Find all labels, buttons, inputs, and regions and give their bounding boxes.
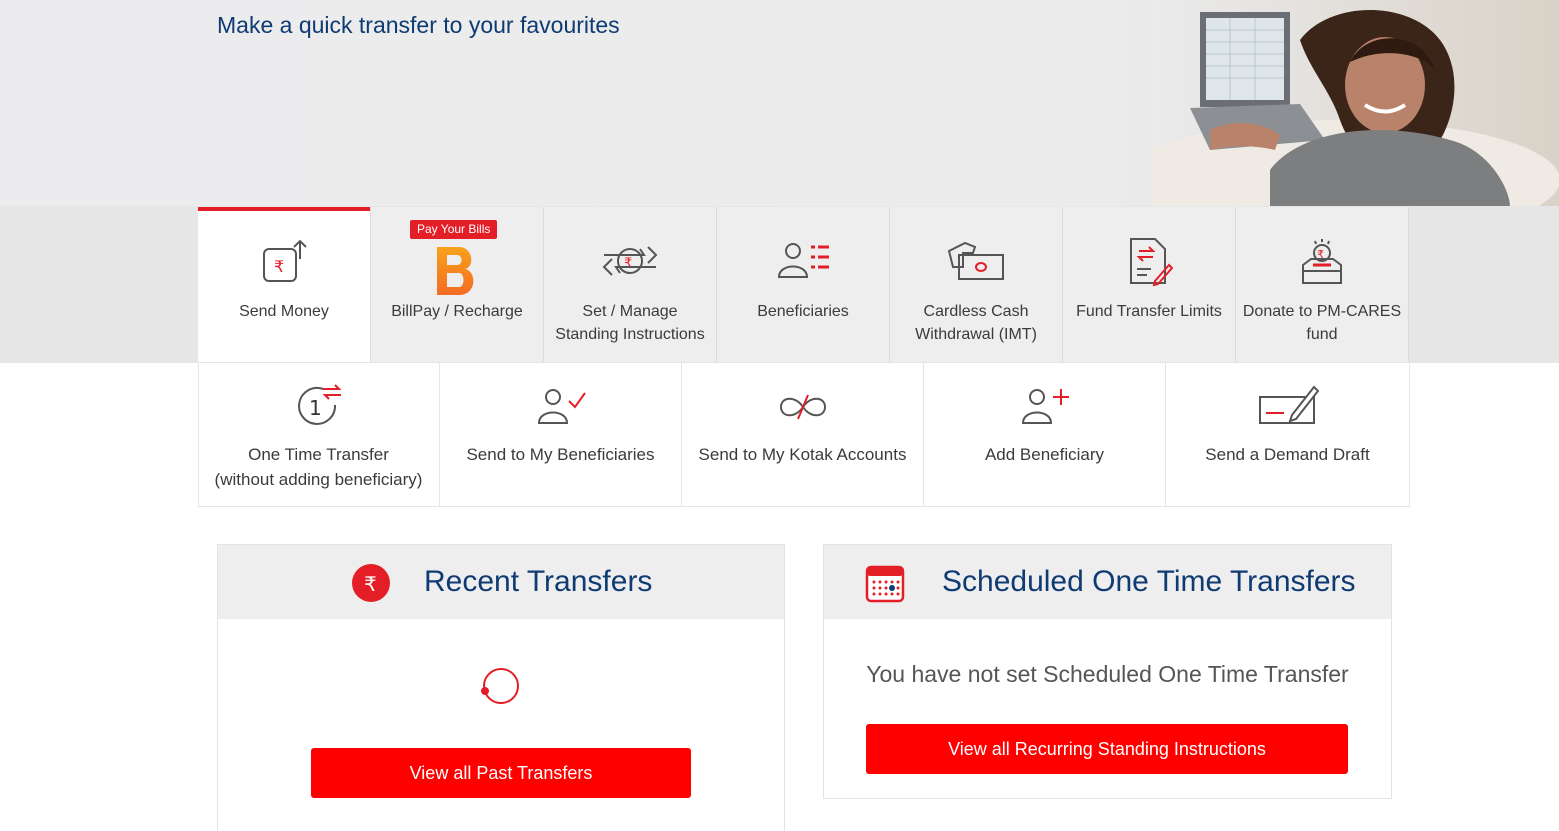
option-label: Send to My Beneficiaries xyxy=(466,445,655,464)
beneficiaries-icon xyxy=(777,243,829,278)
rupee-icon: ₹ xyxy=(352,564,390,602)
tab-label: BillPay / Recharge xyxy=(391,303,523,320)
tab-fund-transfer-limits[interactable]: Fund Transfer Limits xyxy=(1063,207,1236,362)
send-money-icon: ₹ xyxy=(263,239,307,282)
option-label: Add Beneficiary xyxy=(984,445,1105,464)
one-time-transfer-option[interactable]: 1 One Time Transfer (without adding bene… xyxy=(198,363,440,506)
tab-send-money[interactable]: ₹ Send Money xyxy=(198,207,371,362)
tab-cardless-cash[interactable]: Cardless Cash Withdrawal (IMT) xyxy=(890,207,1063,362)
send-beneficiaries-icon xyxy=(537,389,586,424)
standing-instructions-icon: ₹ xyxy=(602,246,658,276)
send-to-my-beneficiaries-option[interactable]: Send to My Beneficiaries xyxy=(440,363,682,506)
tab-label: Send Money xyxy=(239,303,329,320)
billpay-b-logo-icon xyxy=(437,247,474,295)
recent-transfers-header: ₹ Recent Transfers xyxy=(218,545,784,619)
svg-text:₹: ₹ xyxy=(274,257,284,276)
scheduled-transfers-title: Scheduled One Time Transfers xyxy=(942,565,1356,598)
svg-text:1: 1 xyxy=(309,396,322,420)
send-demand-draft-option[interactable]: Send a Demand Draft xyxy=(1166,363,1409,506)
view-recurring-standing-instructions-button[interactable]: View all Recurring Standing Instructions xyxy=(866,724,1348,774)
add-beneficiary-option[interactable]: Add Beneficiary xyxy=(924,363,1166,506)
pay-your-bills-badge: Pay Your Bills xyxy=(410,220,498,239)
tab-label: Donate to PM-CARES fund xyxy=(1242,303,1402,343)
svg-text:₹: ₹ xyxy=(364,572,377,596)
one-time-transfer-icon: 1 xyxy=(297,384,341,425)
tab-donate-pm-cares[interactable]: ₹ Donate to PM-CARES fund xyxy=(1236,207,1409,362)
cardless-cash-icon xyxy=(947,241,1004,280)
hero-title: Make a quick transfer to your favourites xyxy=(217,12,620,38)
hero-banner: Make a quick transfer to your favourites xyxy=(0,0,1559,206)
tab-beneficiaries[interactable]: Beneficiaries xyxy=(717,207,890,362)
send-to-kotak-accounts-option[interactable]: Send to My Kotak Accounts xyxy=(682,363,924,506)
donate-icon: ₹ xyxy=(1302,239,1342,284)
tab-label: Cardless Cash Withdrawal (IMT) xyxy=(915,303,1037,343)
scheduled-transfers-card: Scheduled One Time Transfers You have no… xyxy=(823,544,1392,799)
view-all-past-transfers-button[interactable]: View all Past Transfers xyxy=(311,748,691,798)
demand-draft-icon xyxy=(1258,385,1319,424)
add-beneficiary-icon xyxy=(1021,389,1069,424)
recent-transfers-title: Recent Transfers xyxy=(424,565,653,598)
tab-label: Beneficiaries xyxy=(757,303,849,320)
recent-transfers-card: ₹ Recent Transfers View all Past Transfe… xyxy=(217,544,785,831)
tab-standing-instructions[interactable]: ₹ Set / Manage Standing Instructions xyxy=(544,207,717,362)
empty-scheduled-message: You have not set Scheduled One Time Tran… xyxy=(866,661,1349,687)
svg-text:₹: ₹ xyxy=(624,256,632,271)
option-label: Send a Demand Draft xyxy=(1205,445,1370,464)
loading-spinner-icon xyxy=(481,668,519,704)
option-label: Send to My Kotak Accounts xyxy=(698,445,907,464)
fund-transfer-limits-icon xyxy=(1130,238,1173,287)
option-label: One Time Transfer (without adding benefi… xyxy=(214,445,423,489)
kotak-accounts-icon xyxy=(779,394,826,420)
tab-label: Fund Transfer Limits xyxy=(1076,303,1222,320)
scheduled-transfers-header: Scheduled One Time Transfers xyxy=(824,545,1391,619)
tab-label: Set / Manage Standing Instructions xyxy=(555,303,705,343)
woman-laptop-photo xyxy=(1150,0,1559,206)
calendar-icon xyxy=(865,565,905,603)
